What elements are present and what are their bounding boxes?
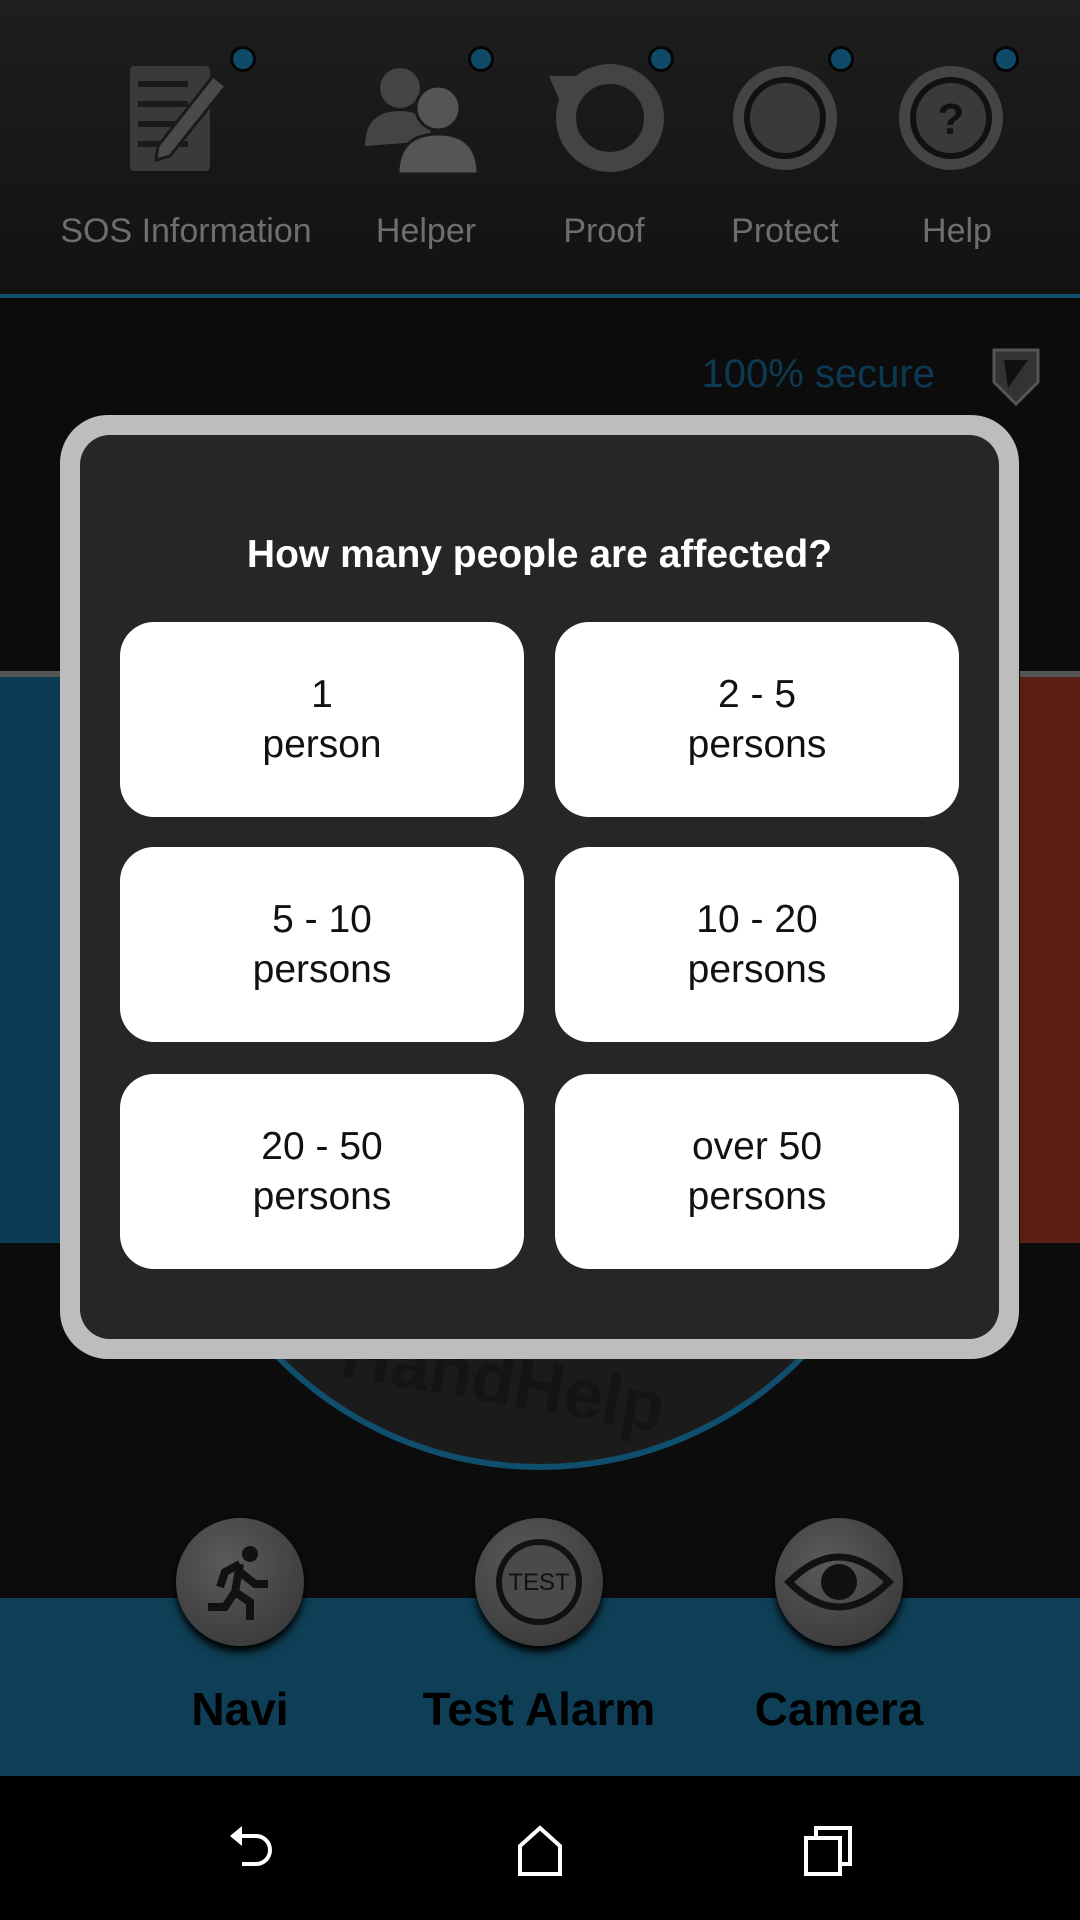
option-unit: persons [252,1174,392,1218]
test-button-icon[interactable]: TEST [475,1518,603,1646]
option-unit: persons [687,722,827,766]
police-panel[interactable] [0,671,60,1243]
option-count: 20 - 50 [261,1124,383,1168]
option-over-50-persons[interactable]: over 50 persons [555,1074,959,1269]
option-count: 5 - 10 [272,897,372,941]
notification-dot [468,46,494,72]
notification-dot [828,46,854,72]
option-unit: persons [687,947,827,991]
option-count: 2 - 5 [717,672,797,716]
back-icon[interactable] [222,1820,282,1880]
option-1-person[interactable]: 1 person [120,622,524,817]
test-icon-text: TEST [508,1569,570,1596]
option-5-10-persons[interactable]: 5 - 10 persons [120,847,524,1042]
navi-label[interactable]: Navi [90,1682,390,1736]
option-20-50-persons[interactable]: 20 - 50 persons [120,1074,524,1269]
people-count-dialog: How many people are affected? 1 person 2 … [80,435,999,1339]
nav-label-sos-information[interactable]: SOS Information [46,212,326,251]
camera-label[interactable]: Camera [689,1682,989,1736]
test-alarm-label[interactable]: Test Alarm [389,1682,689,1736]
dialog-title: How many people are affected? [246,533,833,576]
divider [0,294,1080,298]
option-count: over 50 [691,1124,823,1168]
shield-icon [992,348,1040,407]
home-icon[interactable] [510,1820,570,1880]
dialog-frame: How many people are affected? 1 person 2 … [60,415,1019,1359]
medical-panel[interactable] [1020,671,1080,1243]
option-unit: persons [252,947,392,991]
notification-dot [993,46,1019,72]
eye-icon[interactable] [775,1518,903,1646]
svg-text:?: ? [938,95,965,144]
option-2-5-persons[interactable]: 2 - 5 persons [555,622,959,817]
running-man-icon[interactable] [176,1518,304,1646]
option-10-20-persons[interactable]: 10 - 20 persons [555,847,959,1042]
option-unit: person [262,722,382,766]
question-icon[interactable]: ? [891,56,1011,176]
recents-icon[interactable] [798,1820,858,1880]
people-icon[interactable] [360,56,480,176]
option-count: 1 [311,672,333,716]
option-unit: persons [687,1174,827,1218]
history-icon[interactable] [544,56,664,176]
nav-label-help[interactable]: Help [817,212,1080,251]
notification-dot [648,46,674,72]
notification-dot [230,46,256,72]
notepad-pencil-icon[interactable] [118,56,238,176]
option-count: 10 - 20 [696,897,818,941]
circle-button-icon[interactable] [725,56,845,176]
secure-status: 100% secure [701,352,935,396]
